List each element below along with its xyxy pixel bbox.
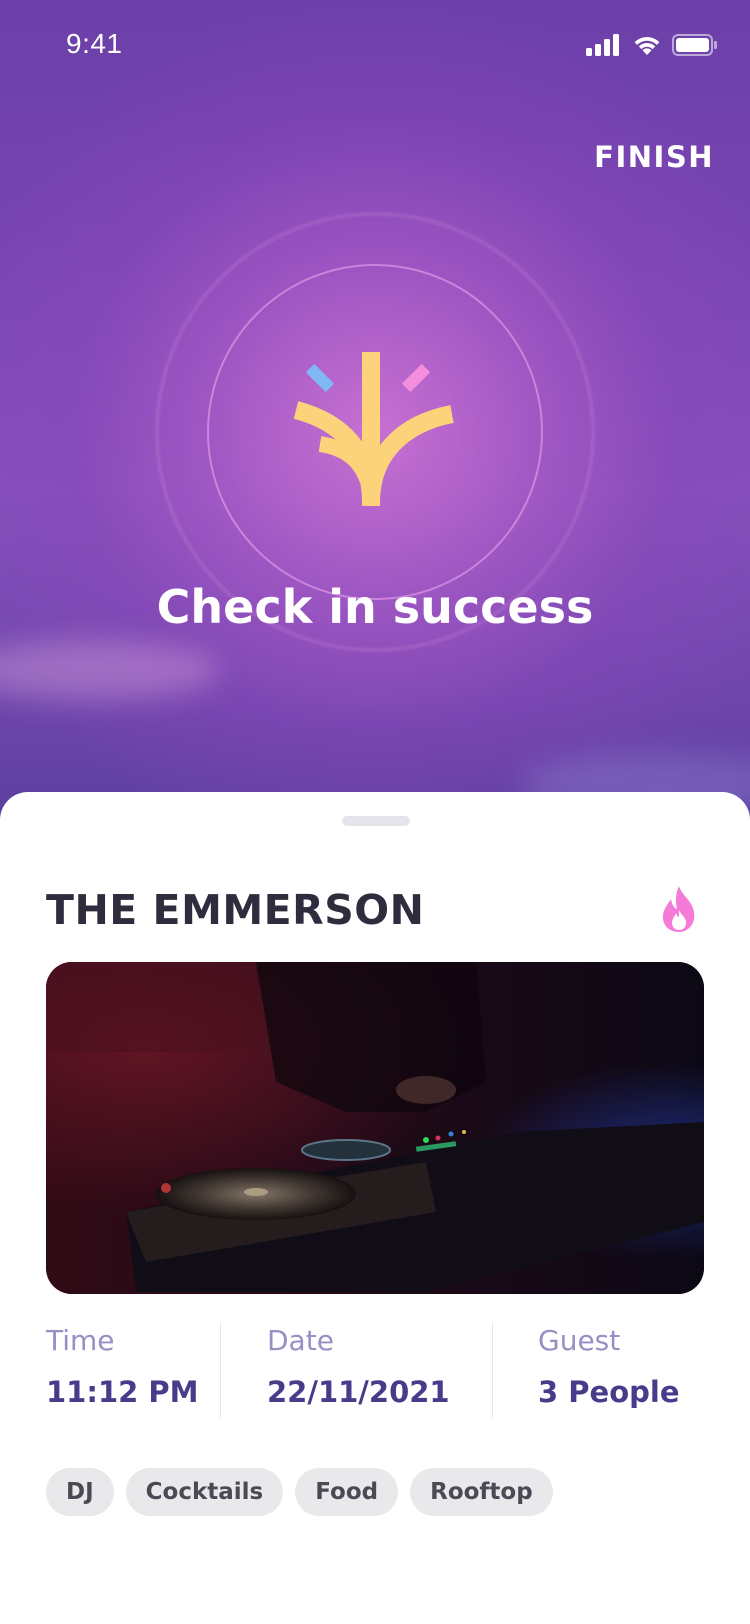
divider [220, 1322, 221, 1418]
tag-rooftop[interactable]: Rooftop [410, 1468, 553, 1516]
divider [492, 1322, 493, 1418]
detail-date: Date 22/11/2021 [267, 1322, 450, 1409]
detail-label: Date [267, 1324, 334, 1357]
hero-background: 9:41 FINISH Check in success [0, 0, 750, 820]
tag-dj[interactable]: DJ [46, 1468, 114, 1516]
wifi-icon [634, 37, 660, 55]
detail-value: 3 People [538, 1375, 680, 1409]
check-in-success-screen: 9:41 FINISH Check in success THE EMMERSO… [0, 0, 750, 1624]
battery-icon [672, 34, 717, 56]
celebration-burst-icon [293, 352, 454, 506]
tag-food[interactable]: Food [295, 1468, 399, 1516]
checkin-details: Time 11:12 PM Date 22/11/2021 Guest 3 Pe… [46, 1322, 704, 1422]
venue-tags: DJ Cocktails Food Rooftop [46, 1468, 553, 1516]
dj-turntable-photo [46, 962, 704, 1294]
status-icons [586, 34, 718, 56]
detail-label: Time [46, 1324, 115, 1357]
sheet-drag-handle[interactable] [342, 816, 410, 826]
background-glow [0, 640, 220, 700]
status-time: 9:41 [66, 28, 123, 59]
detail-value: 22/11/2021 [267, 1375, 450, 1409]
venue-name: THE EMMERSON [46, 886, 425, 934]
status-bar: 9:41 [0, 0, 750, 92]
tag-cocktails[interactable]: Cocktails [125, 1468, 284, 1516]
venue-detail-sheet: THE EMMERSON Time 11:12 PM Date 22/11/20… [0, 792, 750, 1624]
detail-label: Guest [538, 1324, 621, 1357]
detail-value: 11:12 PM [46, 1375, 199, 1409]
cellular-signal-icon [586, 34, 619, 56]
finish-button[interactable]: FINISH [594, 140, 714, 174]
detail-time: Time 11:12 PM [46, 1322, 199, 1409]
success-title: Check in success [156, 580, 594, 634]
venue-photo [46, 962, 704, 1294]
fire-icon[interactable] [658, 884, 700, 934]
detail-guest: Guest 3 People [538, 1322, 680, 1409]
